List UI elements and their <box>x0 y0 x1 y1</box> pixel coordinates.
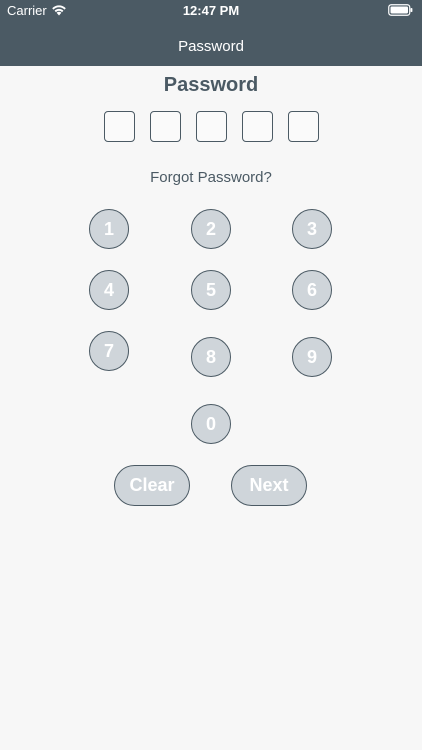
key-2[interactable]: 2 <box>191 209 231 249</box>
pin-box <box>104 111 135 142</box>
status-time: 12:47 PM <box>182 3 240 18</box>
key-0[interactable]: 0 <box>191 404 231 444</box>
clear-button[interactable]: Clear <box>114 465 190 506</box>
forgot-password-link[interactable]: Forgot Password? <box>0 169 422 186</box>
pin-box <box>150 111 181 142</box>
key-9[interactable]: 9 <box>292 337 332 377</box>
page-title: Password <box>163 74 259 96</box>
key-7[interactable]: 7 <box>89 331 129 371</box>
pin-box <box>242 111 273 142</box>
key-4[interactable]: 4 <box>89 270 129 310</box>
battery-icon <box>388 4 413 16</box>
key-3[interactable]: 3 <box>292 209 332 249</box>
key-8[interactable]: 8 <box>191 337 231 377</box>
nav-title: Password <box>178 38 244 55</box>
status-bar: Carrier 12:47 PM <box>0 0 422 22</box>
next-button[interactable]: Next <box>231 465 307 506</box>
key-6[interactable]: 6 <box>292 270 332 310</box>
pin-box <box>196 111 227 142</box>
top-header: Carrier 12:47 PM Password <box>0 0 422 66</box>
pin-entry-row <box>104 111 319 142</box>
pin-box <box>288 111 319 142</box>
key-1[interactable]: 1 <box>89 209 129 249</box>
key-5[interactable]: 5 <box>191 270 231 310</box>
